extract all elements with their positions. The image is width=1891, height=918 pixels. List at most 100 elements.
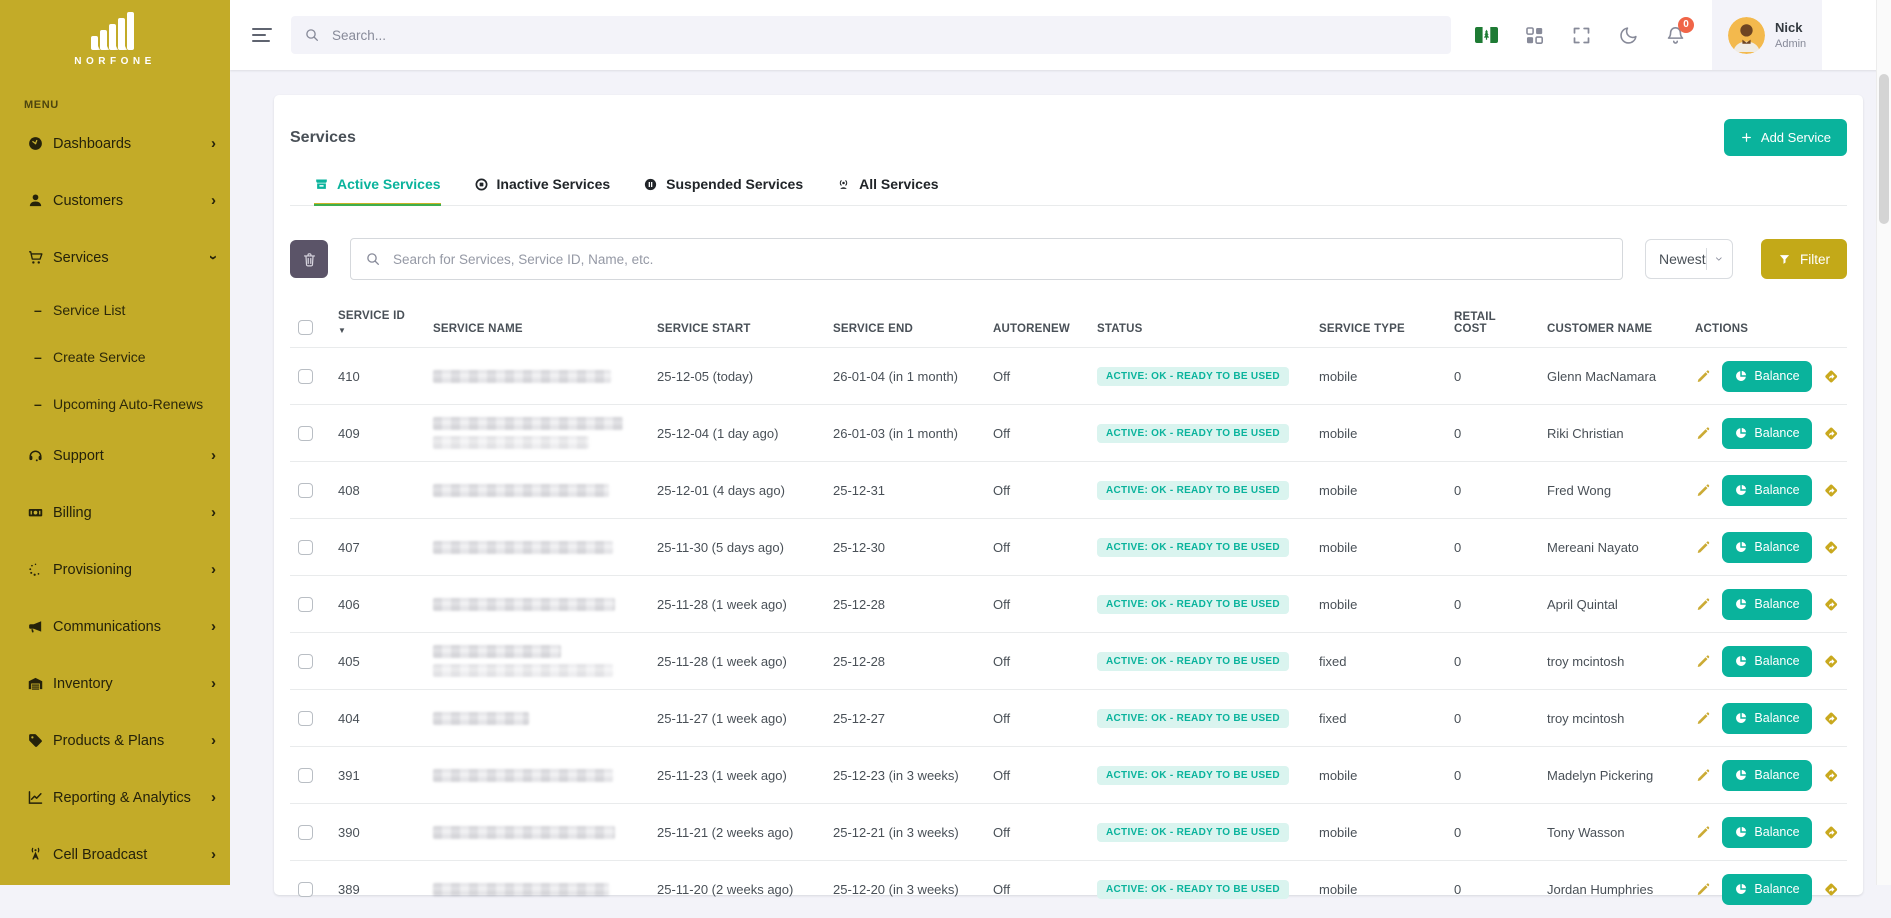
cell-service-type: mobile <box>1311 519 1446 576</box>
scrollbar-thumb[interactable] <box>1879 74 1889 224</box>
diamond-arrow-icon <box>1823 595 1839 614</box>
norfolk-flag-icon[interactable] <box>1475 27 1498 43</box>
status-badge: ACTIVE: OK - READY TO BE USED <box>1097 823 1289 842</box>
global-search[interactable] <box>291 16 1451 54</box>
apps-grid-icon[interactable] <box>1524 25 1545 46</box>
edit-service-button[interactable] <box>1695 880 1711 899</box>
sort-select[interactable]: Newest <box>1645 239 1733 279</box>
row-checkbox[interactable] <box>298 426 313 441</box>
hamburger-menu-icon[interactable] <box>252 24 273 46</box>
balance-button[interactable]: Balance <box>1722 760 1811 791</box>
row-checkbox[interactable] <box>298 597 313 612</box>
vertical-scrollbar[interactable] <box>1876 0 1891 885</box>
cell-checkbox <box>290 405 330 462</box>
balance-button[interactable]: Balance <box>1722 475 1811 506</box>
sidebar-item-communications[interactable]: Communications› <box>0 598 230 655</box>
row-checkbox[interactable] <box>298 483 313 498</box>
edit-service-button[interactable] <box>1695 709 1711 728</box>
row-checkbox[interactable] <box>298 882 313 897</box>
sidebar-item-inventory[interactable]: Inventory› <box>0 655 230 712</box>
row-checkbox[interactable] <box>298 369 313 384</box>
notifications-bell-icon[interactable]: 0 <box>1665 25 1686 46</box>
fullscreen-icon[interactable] <box>1571 25 1592 46</box>
global-search-input[interactable] <box>330 27 1438 44</box>
balance-button[interactable]: Balance <box>1722 817 1811 848</box>
tab-all-services[interactable]: All Services <box>836 176 938 205</box>
forward-service-button[interactable] <box>1823 367 1839 386</box>
edit-service-button[interactable] <box>1695 766 1711 785</box>
sidebar-item-support[interactable]: Support› <box>0 427 230 484</box>
column-header[interactable]: SERVICE ID▼ <box>330 306 425 348</box>
forward-service-button[interactable] <box>1823 595 1839 614</box>
sidebar-item-dashboards[interactable]: Dashboards› <box>0 115 230 172</box>
row-checkbox[interactable] <box>298 825 313 840</box>
sidebar-subitem-create-service[interactable]: –Create Service <box>0 333 230 380</box>
sidebar-item-reporting-analytics[interactable]: Reporting & Analytics› <box>0 769 230 826</box>
edit-service-button[interactable] <box>1695 424 1711 443</box>
delete-selected-button[interactable] <box>290 240 328 278</box>
cell-checkbox <box>290 861 330 918</box>
column-header[interactable]: SERVICE NAME <box>425 306 649 348</box>
sidebar-item-cell-broadcast[interactable]: Cell Broadcast› <box>0 826 230 883</box>
cell-service-start: 25-11-30 (5 days ago) <box>649 519 825 576</box>
topbar: 0 Nick Admin <box>230 0 1891 70</box>
column-header[interactable]: CUSTOMER NAME <box>1539 306 1687 348</box>
forward-service-button[interactable] <box>1823 538 1839 557</box>
forward-service-button[interactable] <box>1823 823 1839 842</box>
status-badge: ACTIVE: OK - READY TO BE USED <box>1097 652 1289 671</box>
column-header[interactable]: STATUS <box>1089 306 1311 348</box>
forward-service-button[interactable] <box>1823 880 1839 899</box>
forward-service-button[interactable] <box>1823 709 1839 728</box>
edit-service-button[interactable] <box>1695 481 1711 500</box>
forward-service-button[interactable] <box>1823 424 1839 443</box>
sidebar-subitem-upcoming-auto-renews[interactable]: –Upcoming Auto-Renews <box>0 380 230 427</box>
edit-service-button[interactable] <box>1695 595 1711 614</box>
edit-service-button[interactable] <box>1695 538 1711 557</box>
services-search-input[interactable] <box>391 251 1608 268</box>
balance-button[interactable]: Balance <box>1722 646 1811 677</box>
services-search[interactable] <box>350 238 1623 280</box>
sidebar-item-services[interactable]: Services› <box>0 229 230 286</box>
tab-inactive-services[interactable]: Inactive Services <box>474 176 611 205</box>
cell-status: ACTIVE: OK - READY TO BE USED <box>1089 633 1311 690</box>
tab-suspended-services[interactable]: Suspended Services <box>643 176 803 205</box>
balance-button[interactable]: Balance <box>1722 589 1811 620</box>
sidebar-item-customers[interactable]: Customers› <box>0 172 230 229</box>
balance-button[interactable]: Balance <box>1722 874 1811 905</box>
forward-service-button[interactable] <box>1823 766 1839 785</box>
user-menu[interactable]: Nick Admin <box>1712 0 1822 70</box>
edit-service-button[interactable] <box>1695 823 1711 842</box>
pencil-icon <box>1695 367 1711 386</box>
sidebar-item-billing[interactable]: Billing› <box>0 484 230 541</box>
dark-mode-moon-icon[interactable] <box>1618 25 1639 46</box>
column-header[interactable]: RETAIL COST <box>1446 306 1539 348</box>
forward-service-button[interactable] <box>1823 481 1839 500</box>
column-header[interactable]: SERVICE TYPE <box>1311 306 1446 348</box>
row-checkbox[interactable] <box>298 768 313 783</box>
balance-button[interactable]: Balance <box>1722 361 1811 392</box>
column-header[interactable]: SERVICE START <box>649 306 825 348</box>
sidebar-item-products-plans[interactable]: Products & Plans› <box>0 712 230 769</box>
edit-service-button[interactable] <box>1695 652 1711 671</box>
forward-service-button[interactable] <box>1823 652 1839 671</box>
column-header[interactable]: SERVICE END <box>825 306 985 348</box>
filter-button[interactable]: Filter <box>1761 239 1847 279</box>
sidebar-item-provisioning[interactable]: Provisioning› <box>0 541 230 598</box>
balance-button[interactable]: Balance <box>1722 703 1811 734</box>
balance-button[interactable]: Balance <box>1722 532 1811 563</box>
column-header[interactable]: ACTIONS <box>1687 306 1847 348</box>
balance-button[interactable]: Balance <box>1722 418 1811 449</box>
cell-actions: Balance <box>1687 804 1847 861</box>
cell-actions: Balance <box>1687 519 1847 576</box>
row-checkbox[interactable] <box>298 654 313 669</box>
add-service-button[interactable]: Add Service <box>1724 119 1847 156</box>
status-badge: ACTIVE: OK - READY TO BE USED <box>1097 424 1289 443</box>
edit-service-button[interactable] <box>1695 367 1711 386</box>
tab-active-services[interactable]: Active Services <box>314 176 441 205</box>
select-all-checkbox[interactable] <box>298 320 313 335</box>
column-header[interactable]: AUTORENEW <box>985 306 1089 348</box>
row-checkbox[interactable] <box>298 711 313 726</box>
sidebar-subitem-service-list[interactable]: –Service List <box>0 286 230 333</box>
services-table-wrap: SERVICE ID▼SERVICE NAMESERVICE STARTSERV… <box>290 306 1847 918</box>
row-checkbox[interactable] <box>298 540 313 555</box>
